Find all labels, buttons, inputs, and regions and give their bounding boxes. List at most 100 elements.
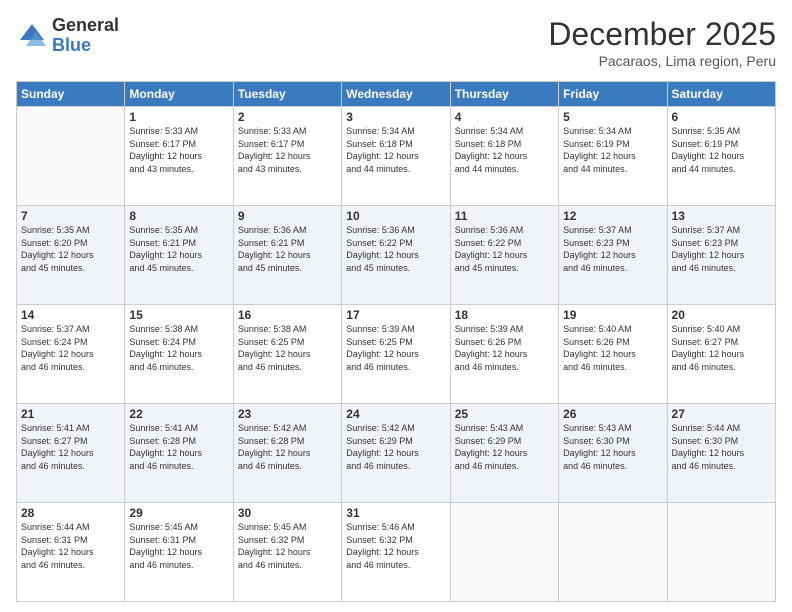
calendar-cell	[17, 107, 125, 206]
sunset-text: Sunset: 6:24 PM	[21, 337, 88, 347]
calendar-cell: 13Sunrise: 5:37 AMSunset: 6:23 PMDayligh…	[667, 206, 775, 305]
daylight-hours: Daylight: 12 hours	[129, 250, 202, 260]
day-number: 27	[672, 407, 771, 421]
daylight-minutes: and 46 minutes.	[21, 560, 85, 570]
sunrise-text: Sunrise: 5:35 AM	[129, 225, 198, 235]
location-subtitle: Pacaraos, Lima region, Peru	[548, 53, 776, 69]
day-number: 10	[346, 209, 445, 223]
calendar-cell: 6Sunrise: 5:35 AMSunset: 6:19 PMDaylight…	[667, 107, 775, 206]
daylight-hours: Daylight: 12 hours	[455, 349, 528, 359]
day-number: 5	[563, 110, 662, 124]
sunset-text: Sunset: 6:29 PM	[455, 436, 522, 446]
calendar-cell: 22Sunrise: 5:41 AMSunset: 6:28 PMDayligh…	[125, 404, 233, 503]
calendar-week-row: 7Sunrise: 5:35 AMSunset: 6:20 PMDaylight…	[17, 206, 776, 305]
day-number: 19	[563, 308, 662, 322]
calendar-cell: 4Sunrise: 5:34 AMSunset: 6:18 PMDaylight…	[450, 107, 558, 206]
sunrise-text: Sunrise: 5:45 AM	[238, 522, 307, 532]
daylight-minutes: and 46 minutes.	[563, 263, 627, 273]
sunset-text: Sunset: 6:28 PM	[129, 436, 196, 446]
calendar-cell: 18Sunrise: 5:39 AMSunset: 6:26 PMDayligh…	[450, 305, 558, 404]
daylight-minutes: and 46 minutes.	[455, 461, 519, 471]
daylight-minutes: and 44 minutes.	[346, 164, 410, 174]
day-info: Sunrise: 5:42 AMSunset: 6:29 PMDaylight:…	[346, 422, 445, 472]
day-number: 28	[21, 506, 120, 520]
daylight-hours: Daylight: 12 hours	[238, 448, 311, 458]
sunrise-text: Sunrise: 5:35 AM	[672, 126, 741, 136]
sunset-text: Sunset: 6:27 PM	[672, 337, 739, 347]
day-number: 31	[346, 506, 445, 520]
daylight-minutes: and 46 minutes.	[672, 362, 736, 372]
day-number: 11	[455, 209, 554, 223]
sunset-text: Sunset: 6:18 PM	[346, 139, 413, 149]
day-info: Sunrise: 5:44 AMSunset: 6:31 PMDaylight:…	[21, 521, 120, 571]
sunset-text: Sunset: 6:19 PM	[672, 139, 739, 149]
calendar-table: Sunday Monday Tuesday Wednesday Thursday…	[16, 81, 776, 602]
weekday-saturday: Saturday	[667, 82, 775, 107]
sunrise-text: Sunrise: 5:39 AM	[346, 324, 415, 334]
daylight-minutes: and 46 minutes.	[21, 362, 85, 372]
day-number: 14	[21, 308, 120, 322]
weekday-thursday: Thursday	[450, 82, 558, 107]
daylight-hours: Daylight: 12 hours	[129, 151, 202, 161]
daylight-minutes: and 46 minutes.	[672, 461, 736, 471]
sunrise-text: Sunrise: 5:43 AM	[455, 423, 524, 433]
day-info: Sunrise: 5:38 AMSunset: 6:24 PMDaylight:…	[129, 323, 228, 373]
sunset-text: Sunset: 6:29 PM	[346, 436, 413, 446]
day-number: 8	[129, 209, 228, 223]
daylight-minutes: and 46 minutes.	[346, 560, 410, 570]
sunrise-text: Sunrise: 5:34 AM	[455, 126, 524, 136]
daylight-minutes: and 44 minutes.	[455, 164, 519, 174]
calendar-cell: 8Sunrise: 5:35 AMSunset: 6:21 PMDaylight…	[125, 206, 233, 305]
sunrise-text: Sunrise: 5:44 AM	[21, 522, 90, 532]
daylight-minutes: and 46 minutes.	[563, 362, 627, 372]
sunset-text: Sunset: 6:26 PM	[455, 337, 522, 347]
calendar-cell: 29Sunrise: 5:45 AMSunset: 6:31 PMDayligh…	[125, 503, 233, 602]
day-info: Sunrise: 5:35 AMSunset: 6:19 PMDaylight:…	[672, 125, 771, 175]
day-info: Sunrise: 5:42 AMSunset: 6:28 PMDaylight:…	[238, 422, 337, 472]
logo-icon	[16, 20, 48, 52]
title-section: December 2025 Pacaraos, Lima region, Per…	[548, 16, 776, 69]
sunrise-text: Sunrise: 5:40 AM	[672, 324, 741, 334]
day-info: Sunrise: 5:33 AMSunset: 6:17 PMDaylight:…	[238, 125, 337, 175]
sunrise-text: Sunrise: 5:42 AM	[346, 423, 415, 433]
day-info: Sunrise: 5:41 AMSunset: 6:27 PMDaylight:…	[21, 422, 120, 472]
sunrise-text: Sunrise: 5:38 AM	[129, 324, 198, 334]
day-number: 26	[563, 407, 662, 421]
day-info: Sunrise: 5:41 AMSunset: 6:28 PMDaylight:…	[129, 422, 228, 472]
daylight-hours: Daylight: 12 hours	[238, 151, 311, 161]
sunset-text: Sunset: 6:19 PM	[563, 139, 630, 149]
daylight-minutes: and 46 minutes.	[238, 461, 302, 471]
calendar-cell: 1Sunrise: 5:33 AMSunset: 6:17 PMDaylight…	[125, 107, 233, 206]
calendar-cell: 25Sunrise: 5:43 AMSunset: 6:29 PMDayligh…	[450, 404, 558, 503]
daylight-minutes: and 46 minutes.	[563, 461, 627, 471]
day-number: 2	[238, 110, 337, 124]
day-info: Sunrise: 5:35 AMSunset: 6:20 PMDaylight:…	[21, 224, 120, 274]
day-number: 17	[346, 308, 445, 322]
day-number: 16	[238, 308, 337, 322]
daylight-minutes: and 45 minutes.	[129, 263, 193, 273]
sunset-text: Sunset: 6:31 PM	[21, 535, 88, 545]
day-info: Sunrise: 5:34 AMSunset: 6:19 PMDaylight:…	[563, 125, 662, 175]
calendar-cell: 3Sunrise: 5:34 AMSunset: 6:18 PMDaylight…	[342, 107, 450, 206]
calendar-cell	[559, 503, 667, 602]
calendar-week-row: 21Sunrise: 5:41 AMSunset: 6:27 PMDayligh…	[17, 404, 776, 503]
sunrise-text: Sunrise: 5:41 AM	[21, 423, 90, 433]
day-info: Sunrise: 5:45 AMSunset: 6:32 PMDaylight:…	[238, 521, 337, 571]
sunset-text: Sunset: 6:23 PM	[672, 238, 739, 248]
day-info: Sunrise: 5:38 AMSunset: 6:25 PMDaylight:…	[238, 323, 337, 373]
daylight-hours: Daylight: 12 hours	[672, 250, 745, 260]
daylight-minutes: and 46 minutes.	[129, 461, 193, 471]
day-info: Sunrise: 5:43 AMSunset: 6:30 PMDaylight:…	[563, 422, 662, 472]
calendar-cell: 9Sunrise: 5:36 AMSunset: 6:21 PMDaylight…	[233, 206, 341, 305]
day-info: Sunrise: 5:36 AMSunset: 6:22 PMDaylight:…	[455, 224, 554, 274]
day-number: 1	[129, 110, 228, 124]
logo: General Blue	[16, 16, 119, 56]
daylight-hours: Daylight: 12 hours	[563, 349, 636, 359]
day-number: 24	[346, 407, 445, 421]
daylight-minutes: and 46 minutes.	[21, 461, 85, 471]
day-info: Sunrise: 5:36 AMSunset: 6:22 PMDaylight:…	[346, 224, 445, 274]
calendar-cell: 24Sunrise: 5:42 AMSunset: 6:29 PMDayligh…	[342, 404, 450, 503]
daylight-hours: Daylight: 12 hours	[238, 250, 311, 260]
day-number: 6	[672, 110, 771, 124]
daylight-hours: Daylight: 12 hours	[455, 448, 528, 458]
